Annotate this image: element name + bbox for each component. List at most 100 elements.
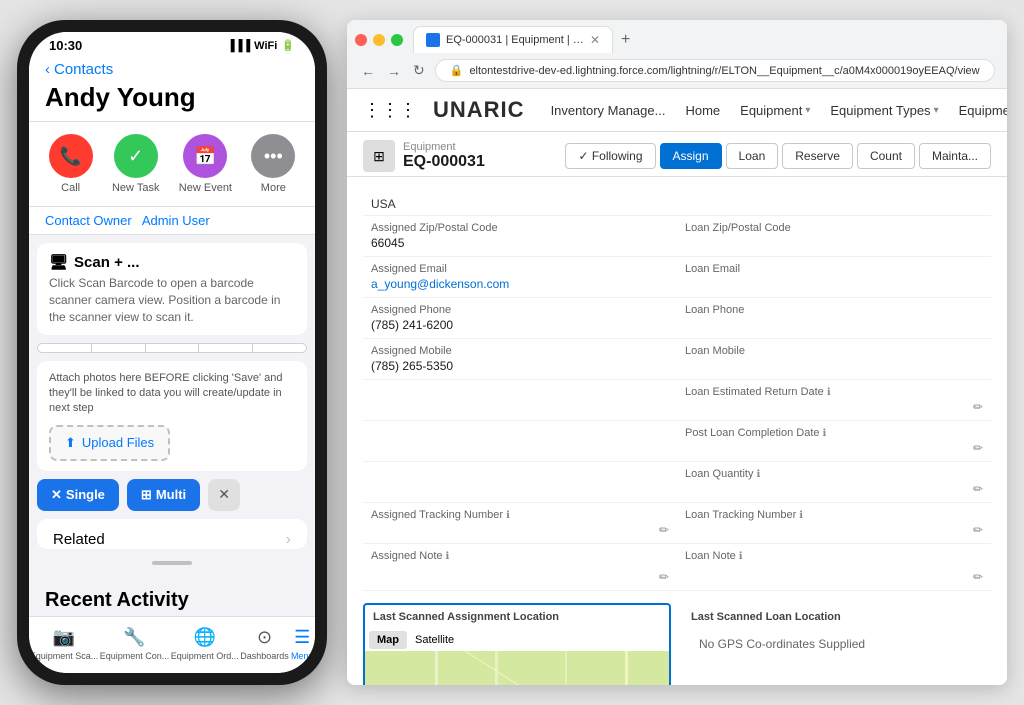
nav-equipment-calendar[interactable]: Equipment Calendar	[949, 99, 1007, 122]
action-buttons-group: ✓ Following Assign Loan Reserve Count Ma…	[565, 143, 991, 169]
maximize-window-button[interactable]	[391, 34, 403, 46]
following-button[interactable]: ✓ Following	[565, 143, 655, 169]
call-button[interactable]: 📞 Call	[49, 134, 93, 194]
post-loan-label: Post Loan Completion Date ℹ	[685, 427, 983, 439]
maintain-button[interactable]: Mainta...	[919, 143, 991, 169]
equipment-con-icon: 🔧	[122, 625, 146, 649]
tab-reserve[interactable]: Reserve	[146, 344, 200, 352]
post-loan-info-icon: ℹ	[823, 428, 827, 439]
tab-ship[interactable]: Ship	[253, 344, 306, 352]
close-tab-button[interactable]: ✕	[590, 33, 600, 47]
assigned-tracking-info-icon: ℹ	[506, 510, 510, 521]
back-button[interactable]: ‹ Contacts	[45, 61, 299, 78]
loan-note-edit-icon[interactable]: ✏	[973, 570, 983, 584]
loan-mobile-label: Loan Mobile	[685, 345, 983, 357]
more-label: More	[261, 182, 286, 194]
equipment-id: EQ-000031	[403, 153, 485, 171]
sf-header: ⋮⋮⋮ UNARIC Inventory Manage... Home Equi…	[347, 89, 1007, 132]
url-bar[interactable]: 🔒 eltontestdrive-dev-ed.lightning.force.…	[435, 59, 995, 82]
post-loan-edit-icon[interactable]: ✏	[973, 441, 983, 455]
map-tab-map[interactable]: Map	[369, 631, 407, 649]
browser-tab-bar: EQ-000031 | Equipment | Sal... ✕ +	[347, 20, 1007, 53]
call-label: Call	[61, 182, 80, 194]
assignment-map-box: Last Scanned Assignment Location Map Sat…	[363, 603, 671, 685]
battery-icon: 🔋	[281, 39, 295, 52]
clear-mode-button[interactable]: ✕	[208, 479, 240, 511]
assign-button[interactable]: Assign	[660, 143, 722, 169]
upload-hint: Attach photos here BEFORE clicking 'Save…	[49, 371, 295, 417]
back-nav-button[interactable]: ←	[359, 61, 377, 81]
assigned-phone-value: (785) 241-6200	[371, 318, 669, 332]
scan-section: 🖥 Scan + ... Click Scan Barcode to open …	[37, 243, 307, 335]
fields-grid: Assigned Zip/Postal Code 66045 Loan Zip/…	[363, 216, 991, 591]
loan-tracking-edit-icon[interactable]: ✏	[973, 523, 983, 537]
loan-est-return-info-icon: ℹ	[827, 387, 831, 398]
contact-owner-label: Contact Owner	[45, 213, 132, 228]
assigned-note-label: Assigned Note ℹ	[371, 550, 669, 562]
forward-nav-button[interactable]: →	[385, 61, 403, 81]
loan-quantity-label: Loan Quantity ℹ	[685, 468, 983, 480]
new-tab-button[interactable]: +	[613, 31, 638, 49]
tab-assign[interactable]: Assign	[92, 344, 146, 352]
assigned-note-edit-icon[interactable]: ✏	[659, 570, 669, 584]
assigned-email-value[interactable]: a_young@dickenson.com	[371, 277, 669, 291]
minimize-window-button[interactable]	[373, 34, 385, 46]
assigned-mobile-value: (785) 265-5350	[371, 359, 669, 373]
drag-indicator-area	[29, 549, 315, 577]
multi-icon: ⊞	[141, 487, 152, 503]
nav-equipment-ord[interactable]: 🌐 Equipment Ord...	[171, 625, 239, 661]
nav-equipment[interactable]: Equipment ▾	[730, 99, 820, 122]
single-mode-button[interactable]: ✕ Single	[37, 479, 119, 511]
list-item-related[interactable]: Related ›	[37, 519, 307, 549]
close-window-button[interactable]	[355, 34, 367, 46]
nav-equipment-scan[interactable]: 📷 Equipment Sca...	[30, 625, 99, 661]
grid-menu-icon[interactable]: ⋮⋮⋮	[363, 100, 417, 121]
loan-quantity-info-icon: ℹ	[757, 469, 761, 480]
equipment-ord-icon: 🌐	[193, 625, 217, 649]
loan-est-return-label: Loan Estimated Return Date ℹ	[685, 386, 983, 398]
equipment-label: Equipment	[403, 141, 485, 153]
tab-view[interactable]: View	[38, 344, 92, 352]
count-button[interactable]: Count	[857, 143, 915, 169]
map-tab-satellite[interactable]: Satellite	[407, 631, 462, 649]
assigned-zip-value: 66045	[371, 236, 669, 250]
task-icon: ✓	[114, 134, 158, 178]
loan-email-label: Loan Email	[685, 263, 983, 275]
new-task-button[interactable]: ✓ New Task	[112, 134, 159, 194]
equipment-icon: ⊞	[363, 140, 395, 172]
browser-window: EQ-000031 | Equipment | Sal... ✕ + ← → ↻…	[347, 20, 1007, 685]
nav-equipment-types[interactable]: Equipment Types ▾	[820, 99, 948, 122]
nav-home[interactable]: Home	[675, 99, 730, 122]
assigned-tracking-edit-icon[interactable]: ✏	[659, 523, 669, 537]
contact-action-buttons: 📞 Call ✓ New Task 📅 New Event ••• More	[29, 122, 315, 207]
field-assigned-email: Assigned Email a_young@dickenson.com	[363, 257, 677, 298]
field-empty-left-3	[363, 462, 677, 503]
nav-inventory[interactable]: Inventory Manage...	[541, 99, 676, 122]
field-loan-note: Loan Note ℹ ✏	[677, 544, 991, 591]
tab-loan[interactable]: Loan	[199, 344, 253, 352]
new-event-button[interactable]: 📅 New Event	[179, 134, 232, 194]
field-loan-email: Loan Email	[677, 257, 991, 298]
reserve-button[interactable]: Reserve	[782, 143, 853, 169]
nav-menu[interactable]: ☰ Menu	[290, 625, 314, 661]
sf-action-btns: ✓ Following Assign Loan Reserve Count Ma…	[565, 143, 991, 169]
upload-files-button[interactable]: ⬆ Upload Files	[49, 425, 170, 461]
loan-est-return-edit-icon[interactable]: ✏	[973, 400, 983, 414]
more-button[interactable]: ••• More	[251, 134, 295, 194]
single-icon: ✕	[51, 487, 62, 503]
back-label: Contacts	[54, 61, 113, 78]
contact-owner-value[interactable]: Admin User	[142, 213, 210, 228]
multi-mode-button[interactable]: ⊞ Multi	[127, 479, 200, 511]
nav-dashboards[interactable]: ⊙ Dashboards	[240, 625, 289, 661]
equipment-types-dropdown-icon: ▾	[934, 105, 939, 116]
upload-section: Attach photos here BEFORE clicking 'Save…	[37, 361, 307, 471]
loan-button[interactable]: Loan	[726, 143, 779, 169]
recent-activity-header: Recent Activity	[29, 577, 315, 616]
dashboards-icon: ⊙	[252, 625, 276, 649]
loan-quantity-edit-icon[interactable]: ✏	[973, 482, 983, 496]
loan-location-box: Last Scanned Loan Location No GPS Co-ord…	[683, 603, 991, 685]
reload-button[interactable]: ↻	[411, 60, 427, 81]
loan-zip-label: Loan Zip/Postal Code	[685, 222, 983, 234]
active-browser-tab[interactable]: EQ-000031 | Equipment | Sal... ✕	[413, 26, 613, 53]
nav-equipment-con[interactable]: 🔧 Equipment Con...	[100, 625, 170, 661]
